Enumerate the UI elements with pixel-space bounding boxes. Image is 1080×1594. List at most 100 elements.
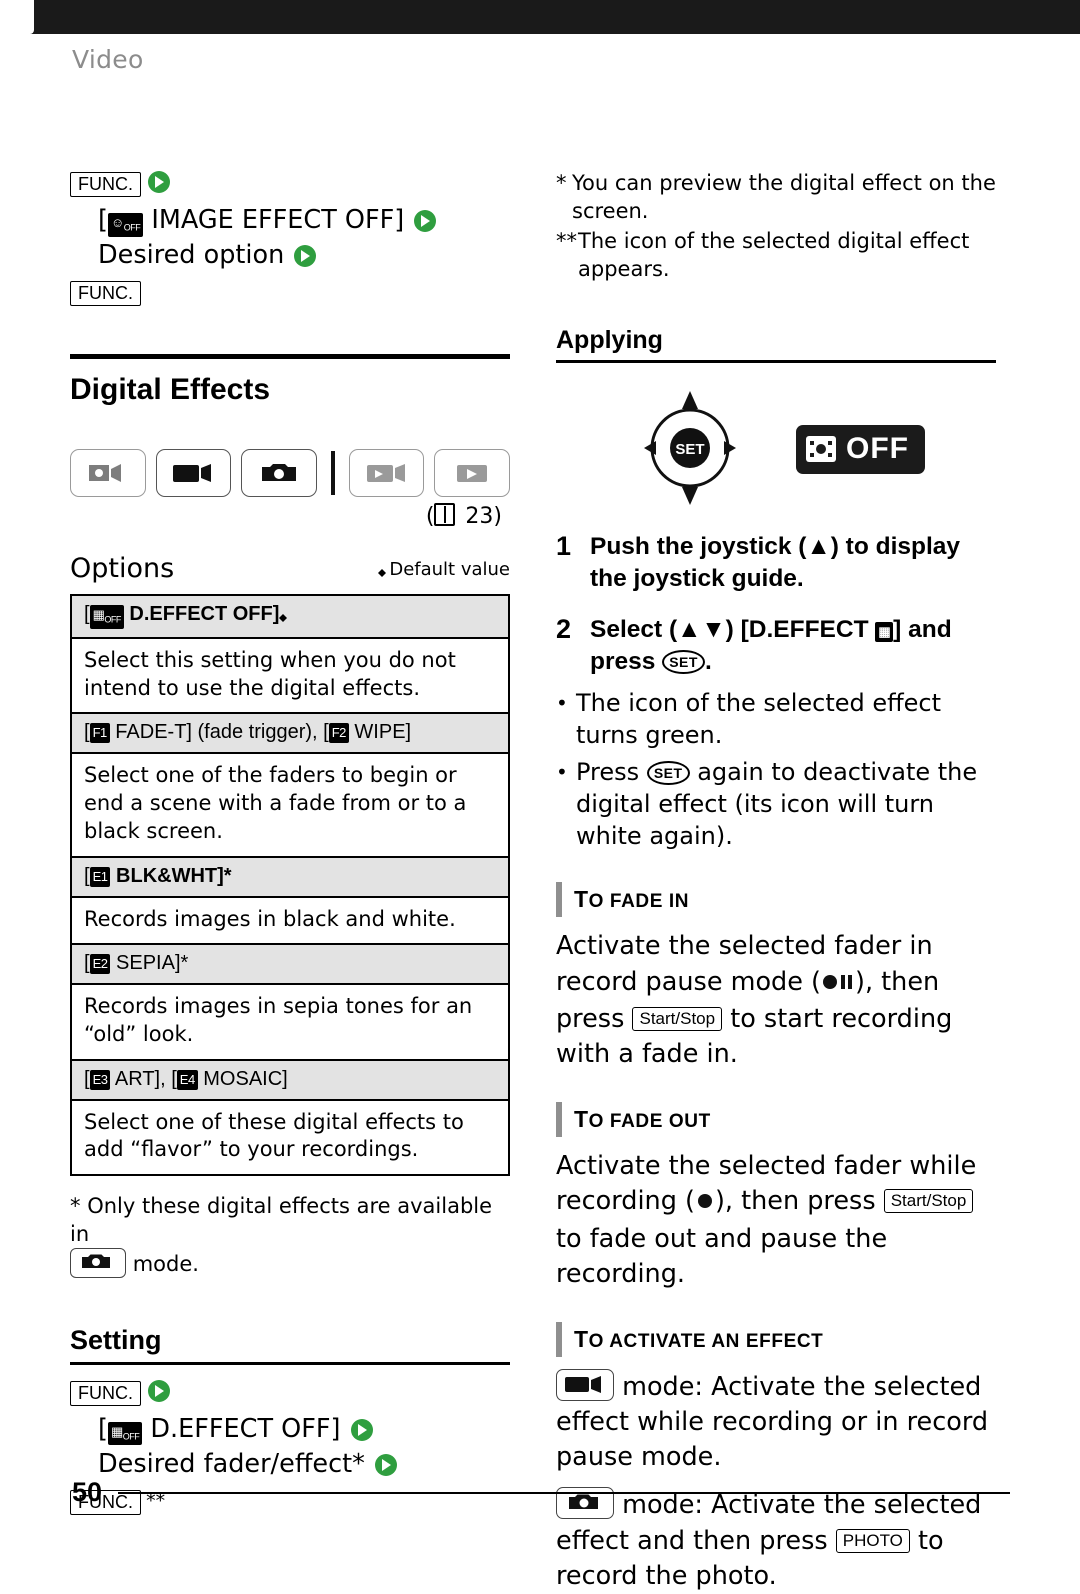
green-arrow-icon [349, 1418, 375, 1442]
e4-icon: E4 [176, 1069, 198, 1090]
func-end-row: FUNC. [70, 281, 510, 307]
page-reference-number: 23 [465, 504, 494, 530]
option-header-label-2: WIPE] [354, 721, 412, 744]
bracket-open: [ [84, 952, 90, 975]
green-arrow-icon [146, 1379, 172, 1403]
func-line-2-text: Desired option [98, 240, 285, 271]
set-key[interactable]: SET [646, 761, 690, 786]
page-title: Digital Effects [70, 373, 271, 407]
step-text: Select (▲▼) [D.EFFECT ▦] and press SET. [590, 614, 996, 678]
rec-pause-icon [821, 967, 855, 1002]
heading-first-letter: T [574, 1325, 589, 1352]
playback-movie-icon [348, 449, 425, 498]
option-header-label: SEPIA]* [116, 952, 189, 975]
e2-icon: E2 [89, 954, 111, 975]
heading-bar [556, 882, 562, 918]
option-header-label-2: MOSAIC] [203, 1067, 288, 1090]
dual-shot-icon [70, 449, 146, 498]
joystick-guide-icon: SET [630, 389, 750, 511]
default-value-label: Default value [389, 559, 510, 581]
bracket-open: [ [84, 603, 90, 626]
heading-rest: O FADE IN [588, 891, 690, 913]
to-fade-in-body: Activate the selected fader in record pa… [556, 929, 996, 1072]
func-line-2: Desired option [98, 238, 510, 273]
heading-rest: O FADE OUT [588, 1111, 711, 1133]
heading-text: TO FADE OUT [574, 1102, 711, 1137]
options-header: Options Default value [70, 553, 510, 584]
step-text-a: Select ( [590, 616, 678, 644]
green-arrow-icon [146, 170, 172, 194]
step-text-d: . [704, 648, 712, 676]
func-key-end[interactable]: FUNC. [70, 281, 141, 307]
top-black-bar [0, 0, 1080, 34]
photo-mode-body: mode: Activate the selected effect and t… [556, 1487, 996, 1594]
start-stop-key[interactable]: Start/Stop [632, 1006, 723, 1031]
bullet-dot: • [556, 760, 568, 785]
option-body: Records images in black and white. [84, 906, 456, 931]
step-number: 2 [556, 614, 572, 645]
bullet-text: Press SET again to deactivate the digita… [576, 757, 996, 852]
applying-divider [556, 359, 996, 363]
svg-text:SET: SET [675, 441, 704, 458]
note-text: You can preview the digital effect on th… [572, 171, 996, 223]
playback-photo-icon [434, 449, 511, 498]
d-effect-off-icon: ▦OFF [89, 605, 124, 629]
right-column: * You can preview the digital effect on … [556, 170, 996, 1594]
movie-mode-icon [556, 1368, 614, 1401]
to-activate-effect-heading: TO ACTIVATE AN EFFECT [556, 1321, 996, 1357]
option-header-row: [F1 FADE-T] (fade trigger), [F2 WIPE] [71, 712, 509, 755]
page-reference: ( 23) [425, 503, 502, 530]
photo-mode-icon [70, 1248, 126, 1279]
setting-divider [70, 1361, 510, 1365]
option-body: Select one of these digital effects to a… [84, 1109, 464, 1162]
heading-first-letter: T [574, 1106, 589, 1133]
photo-icon [241, 449, 317, 498]
bracket-open: [ [98, 1413, 108, 1444]
badge-label: OFF [846, 432, 909, 466]
bullet-item: • Press SET again to deactivate the digi… [556, 757, 996, 852]
green-arrow-icon [412, 209, 438, 233]
green-arrow-icon [292, 244, 318, 268]
rec-icon [695, 1186, 715, 1221]
bullet-item: • The icon of the selected effect turns … [556, 688, 996, 751]
body-c: to fade out and pause the recording. [556, 1223, 888, 1289]
up-arrow-icon: ▲ [806, 532, 831, 560]
movie-icon [155, 449, 232, 498]
d-effect-small-icon: ▦ [875, 622, 894, 643]
step-text: Push the joystick (▲) to display the joy… [590, 531, 996, 595]
set-key[interactable]: SET [662, 650, 705, 675]
movie-mode-text: mode: Activate the selected effect while… [556, 1371, 989, 1473]
note-mark: ** [556, 228, 577, 253]
f1-icon: F1 [89, 723, 110, 744]
bullet-text-a: Press [576, 758, 640, 787]
green-arrow-icon [373, 1453, 399, 1477]
func-key[interactable]: FUNC. [70, 172, 141, 197]
bullet-dot: • [556, 691, 568, 716]
func-key[interactable]: FUNC. [70, 1380, 141, 1406]
top-bar-notch [0, 0, 34, 34]
e1-icon: E1 [89, 866, 111, 887]
option-header-row: [E2 SEPIA]* [71, 943, 509, 986]
option-header-label: BLK&WHT]* [116, 864, 232, 887]
start-stop-key[interactable]: Start/Stop [883, 1189, 974, 1214]
notes-block: * You can preview the digital effect on … [556, 170, 996, 284]
setting-title: Setting [70, 1324, 162, 1355]
default-diamond-icon [279, 610, 288, 623]
f2-icon: F2 [328, 723, 349, 744]
option-body: Select one of the faders to begin or end… [84, 763, 467, 843]
options-title: Options [70, 553, 175, 585]
step-1: 1 Push the joystick (▲) to display the j… [556, 531, 996, 595]
d-effect-off-badge: OFF [796, 425, 925, 475]
option-header-label: D.EFFECT OFF] [129, 603, 280, 626]
d-effect-icon [806, 436, 836, 463]
setting-func-row: FUNC. [70, 1379, 510, 1406]
up-down-arrow-icon: ▲▼ [677, 616, 726, 644]
setting-line-1-text: D.EFFECT OFF] [150, 1413, 341, 1444]
heading-bar [556, 1321, 562, 1357]
photo-key[interactable]: PHOTO [835, 1528, 910, 1553]
heading-first-letter: T [574, 886, 589, 913]
bracket-open: [ [84, 864, 90, 887]
step-text-a: Push the joystick ( [590, 532, 807, 560]
note-row: * You can preview the digital effect on … [556, 170, 996, 226]
applying-graphics: SET OFF [556, 389, 996, 511]
